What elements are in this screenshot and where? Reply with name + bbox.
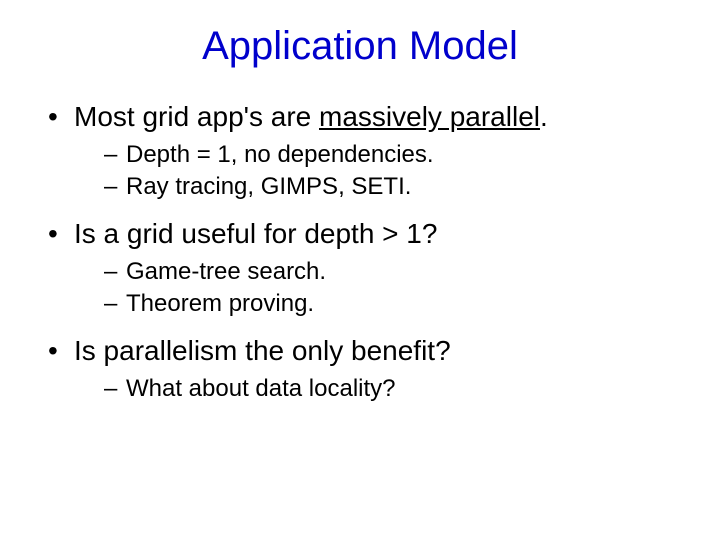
sub-list: Game-tree search. Theorem proving. xyxy=(74,257,680,319)
sub-list-item: Ray tracing, GIMPS, SETI. xyxy=(104,172,680,202)
slide-title: Application Model xyxy=(30,24,690,69)
list-item-text-prefix: Most grid app's are xyxy=(74,101,319,132)
list-item-text-emph: massively parallel xyxy=(319,101,540,132)
list-item-text: Is parallelism the only benefit? xyxy=(74,335,451,366)
slide: Application Model Most grid app's are ma… xyxy=(0,0,720,540)
sub-list: What about data locality? xyxy=(74,374,680,404)
sub-list-item: Theorem proving. xyxy=(104,289,680,319)
sub-list-item: Game-tree search. xyxy=(104,257,680,287)
list-item-text-suffix: . xyxy=(540,101,548,132)
list-item-text: Is a grid useful for depth > 1? xyxy=(74,218,437,249)
sub-list-item: What about data locality? xyxy=(104,374,680,404)
sub-list: Depth = 1, no dependencies. Ray tracing,… xyxy=(74,140,680,202)
sub-list-item: Depth = 1, no dependencies. xyxy=(104,140,680,170)
list-item: Is parallelism the only benefit? What ab… xyxy=(48,333,680,404)
bullet-list: Most grid app's are massively parallel. … xyxy=(30,99,690,404)
list-item: Is a grid useful for depth > 1? Game-tre… xyxy=(48,216,680,319)
list-item: Most grid app's are massively parallel. … xyxy=(48,99,680,202)
